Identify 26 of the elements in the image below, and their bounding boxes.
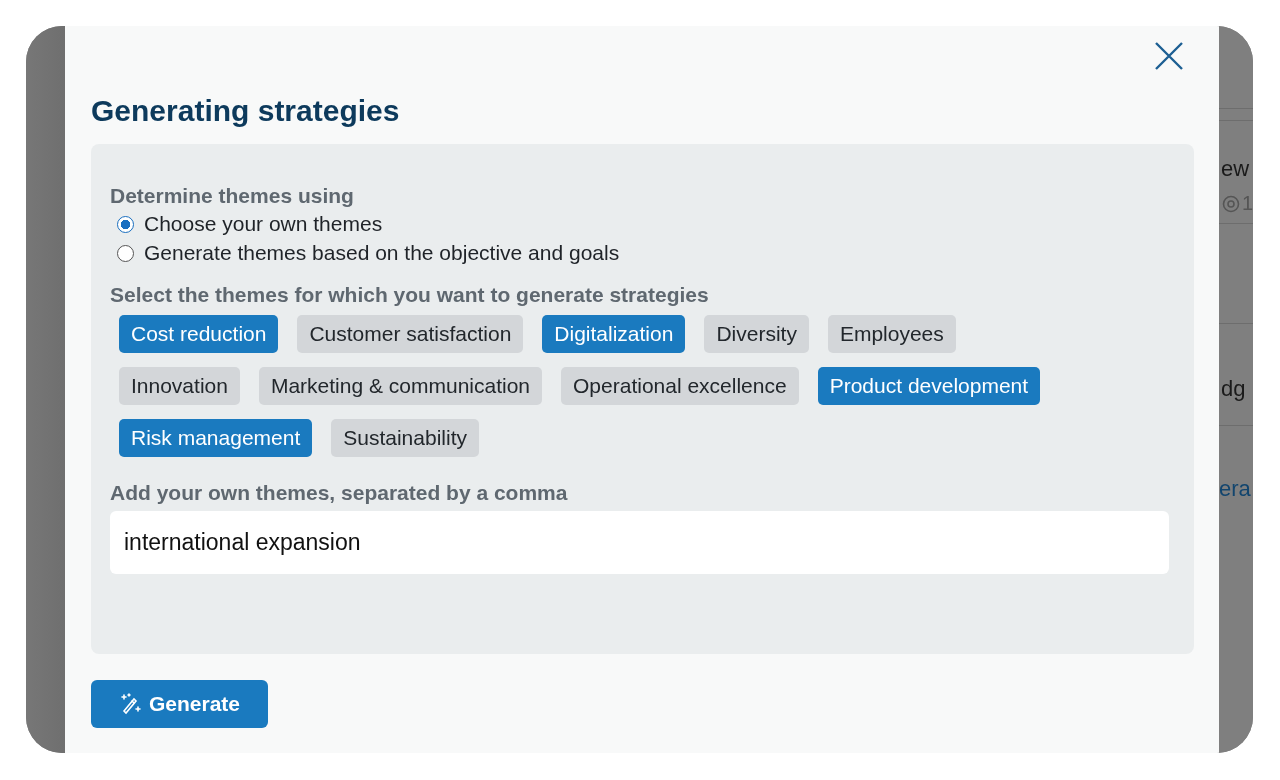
theme-chip[interactable]: Employees [827,315,956,353]
theme-chip[interactable]: Product development [817,367,1041,405]
magic-wand-icon [119,692,143,716]
themes-input[interactable]: international expansion [110,511,1169,574]
theme-chip[interactable]: Sustainability [331,419,479,457]
theme-chip[interactable]: Risk management [119,419,313,457]
radio-label[interactable]: Generate themes based on the objective and goals [144,241,620,265]
theme-chip[interactable]: Operational excellence [561,367,799,405]
target-icon [1222,194,1240,213]
theme-chip[interactable]: Customer satisfaction [297,315,524,353]
dialog-title: Generating strategies [91,94,400,128]
field-label: Add your own themes, separated by a comma [110,481,568,505]
radio-button[interactable] [117,244,134,262]
radio-button[interactable] [117,215,134,233]
theme-chip[interactable]: Digitalization [542,315,686,353]
theme-chip[interactable]: Marketing & communication [258,367,543,405]
theme-chip[interactable]: Diversity [704,315,809,353]
generate-button[interactable]: Generate [91,680,269,728]
background-text: ew [1221,156,1250,182]
radio-label[interactable]: Choose your own themes [144,212,383,236]
background-text: dg [1221,376,1246,402]
theme-chip[interactable]: Innovation [119,367,240,405]
section-label: Determine themes using [110,184,354,208]
close-icon[interactable] [1154,41,1184,71]
section-label: Select the themes for which you want to generate strategies [110,283,709,307]
theme-chip[interactable]: Cost reduction [119,315,279,353]
